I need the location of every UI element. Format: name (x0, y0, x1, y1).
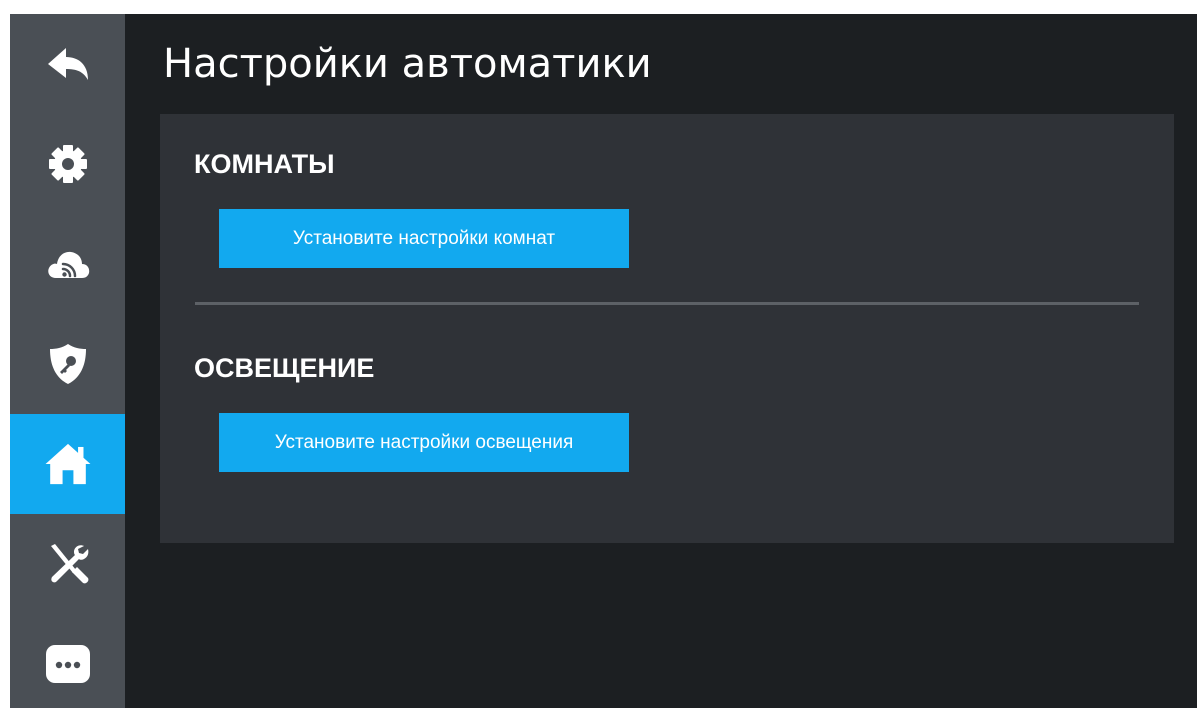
sidebar (10, 14, 125, 708)
shield-key-icon (44, 340, 92, 388)
rooms-section-title: КОМНАТЫ (194, 149, 335, 179)
sidebar-item-back[interactable] (10, 14, 125, 114)
sidebar-item-automation[interactable] (10, 414, 125, 514)
sidebar-item-tools[interactable] (10, 514, 125, 614)
rooms-settings-button[interactable]: Установите настройки комнат (219, 209, 629, 268)
lighting-settings-button[interactable]: Установите настройки освещения (219, 413, 629, 472)
automation-settings-panel: КОМНАТЫ Установите настройки комнат ОСВЕ… (160, 114, 1174, 543)
page-title: Настройки автоматики (163, 41, 652, 87)
gear-icon (44, 140, 92, 188)
back-arrow-icon (44, 40, 92, 88)
more-icon (44, 640, 92, 688)
section-divider (195, 302, 1139, 305)
lighting-section-title: ОСВЕЩЕНИЕ (194, 353, 375, 383)
tools-icon (44, 540, 92, 588)
cloud-wifi-icon (44, 240, 92, 288)
home-icon (44, 440, 92, 488)
sidebar-item-more[interactable] (10, 614, 125, 708)
sidebar-item-network[interactable] (10, 214, 125, 314)
sidebar-item-settings[interactable] (10, 114, 125, 214)
screen: Настройки автоматики КОМНАТЫ Установите … (10, 14, 1197, 708)
sidebar-item-security[interactable] (10, 314, 125, 414)
